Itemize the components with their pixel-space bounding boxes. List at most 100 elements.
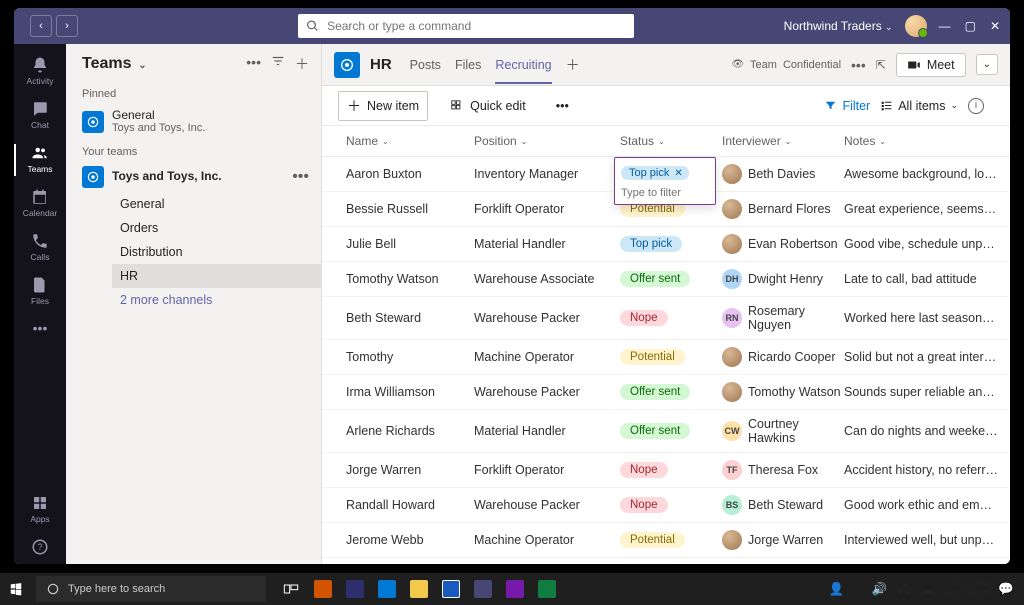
- meet-dropdown-button[interactable]: ⌄: [976, 54, 998, 75]
- add-tab-button[interactable]: ＋: [562, 55, 584, 75]
- status-pill[interactable]: Nope: [620, 497, 668, 513]
- col-header-name[interactable]: Name⌄: [346, 134, 474, 148]
- meet-button[interactable]: Meet: [896, 53, 966, 77]
- cell-interviewer: BSBeth Steward: [722, 495, 844, 515]
- your-team-row[interactable]: Toys and Toys, Inc. •••: [66, 162, 321, 192]
- header-more-button[interactable]: •••: [851, 57, 866, 73]
- start-button[interactable]: [0, 573, 32, 605]
- cell-interviewer: Tomothy Watson: [722, 382, 844, 402]
- rail-teams[interactable]: Teams: [14, 138, 66, 182]
- taskview-icon[interactable]: [276, 574, 306, 604]
- filter-chip-remove[interactable]: ✕: [674, 168, 682, 179]
- rail-calls[interactable]: Calls: [14, 226, 66, 270]
- interviewer-avatar: [722, 164, 742, 184]
- rail-help[interactable]: ?: [14, 532, 66, 564]
- tray-people-icon[interactable]: 👤: [829, 582, 845, 597]
- taskbar-app-6[interactable]: [468, 574, 498, 604]
- channel-hr[interactable]: HR: [112, 264, 321, 288]
- table-row[interactable]: Beth StewardWarehouse PackerNopeRNRosema…: [322, 297, 1010, 340]
- rail-more[interactable]: •••: [14, 314, 66, 344]
- panel-more-button[interactable]: •••: [246, 54, 261, 74]
- col-header-position[interactable]: Position⌄: [474, 134, 620, 148]
- status-pill[interactable]: Potential: [620, 532, 685, 548]
- col-header-status[interactable]: Status⌄: [620, 134, 722, 148]
- channel-title: HR: [370, 56, 392, 73]
- team-more-button[interactable]: •••: [292, 168, 309, 186]
- taskbar-app-7[interactable]: [500, 574, 530, 604]
- window-minimize-button[interactable]: —: [939, 19, 951, 33]
- rail-chat[interactable]: Chat: [14, 94, 66, 138]
- toolbar-more-button[interactable]: •••: [548, 95, 577, 117]
- table-row[interactable]: Julie BellMaterial HandlerTop pickEvan R…: [322, 227, 1010, 262]
- cell-position: Forklift Operator: [474, 202, 620, 216]
- more-channels-link[interactable]: 2 more channels: [112, 288, 321, 312]
- command-search-input[interactable]: [327, 19, 626, 33]
- window-close-button[interactable]: ✕: [990, 19, 1000, 33]
- info-button[interactable]: i: [968, 98, 984, 114]
- phone-icon: [31, 232, 49, 250]
- status-pill[interactable]: Top pick: [620, 236, 682, 252]
- tray-expand-icon[interactable]: ⌃: [854, 584, 862, 595]
- tab-files[interactable]: Files: [455, 46, 481, 84]
- channel-tabs: Posts Files Recruiting: [410, 46, 552, 84]
- tray-cloud-icon[interactable]: ☁: [921, 582, 934, 597]
- taskbar-app-1[interactable]: [308, 574, 338, 604]
- taskbar-search[interactable]: Type here to search: [36, 576, 266, 602]
- nav-forward-button[interactable]: ›: [56, 15, 78, 37]
- new-item-button[interactable]: ＋New item: [338, 91, 428, 121]
- tab-posts[interactable]: Posts: [410, 46, 441, 84]
- filter-input[interactable]: [621, 185, 709, 201]
- col-header-notes[interactable]: Notes⌄: [844, 134, 1010, 148]
- rail-files[interactable]: Files: [14, 270, 66, 314]
- table-row[interactable]: Irma WilliamsonWarehouse PackerOffer sen…: [322, 375, 1010, 410]
- sensitivity-tag[interactable]: 👁 Team Confidential: [731, 59, 841, 71]
- teams-panel-title[interactable]: Teams ⌄: [82, 55, 147, 73]
- table-row[interactable]: Arlene RichardsMaterial HandlerOffer sen…: [322, 410, 1010, 453]
- taskbar-app-3[interactable]: [372, 574, 402, 604]
- status-pill[interactable]: Nope: [620, 462, 668, 478]
- org-name-label[interactable]: Northwind Traders ⌄: [784, 19, 893, 33]
- nav-back-button[interactable]: ‹: [30, 15, 52, 37]
- taskbar-app-5[interactable]: [436, 574, 466, 604]
- rail-activity[interactable]: Activity: [14, 50, 66, 94]
- taskbar-tray: 👤 ⌃ 🔊 🖧 ☁ 2:31 PM 5/17/2019 💬: [829, 578, 1024, 600]
- tray-network-icon[interactable]: 🖧: [897, 579, 911, 600]
- window-maximize-button[interactable]: ▢: [965, 19, 976, 33]
- col-header-interviewer[interactable]: Interviewer⌄: [722, 134, 844, 148]
- status-filter-popup[interactable]: Top pick ✕: [614, 157, 716, 205]
- tray-volume-icon[interactable]: 🔊: [872, 582, 888, 597]
- status-pill[interactable]: Offer sent: [620, 423, 690, 439]
- table-row[interactable]: Evan RobertsonMaterial HandlerNopeRCRona…: [322, 558, 1010, 564]
- tray-notifications-icon[interactable]: 💬: [998, 582, 1014, 597]
- status-pill[interactable]: Offer sent: [620, 271, 690, 287]
- channel-distribution[interactable]: Distribution: [112, 240, 321, 264]
- channel-general[interactable]: General: [112, 192, 321, 216]
- status-pill[interactable]: Offer sent: [620, 384, 690, 400]
- filter-button[interactable]: Filter: [824, 99, 870, 113]
- view-selector[interactable]: All items ⌄: [880, 99, 958, 113]
- profile-avatar[interactable]: [905, 15, 927, 37]
- pinned-team-row[interactable]: General Toys and Toys, Inc.: [66, 104, 321, 140]
- table-row[interactable]: TomothyMachine OperatorPotentialRicardo …: [322, 340, 1010, 375]
- command-search[interactable]: [298, 14, 634, 38]
- tab-recruiting[interactable]: Recruiting: [495, 46, 551, 84]
- table-row[interactable]: Jorge WarrenForklift OperatorNopeTFThere…: [322, 453, 1010, 488]
- rail-apps[interactable]: Apps: [14, 488, 66, 532]
- taskbar-app-2[interactable]: [340, 574, 370, 604]
- channel-orders[interactable]: Orders: [112, 216, 321, 240]
- table-row[interactable]: Jerome WebbMachine OperatorPotentialJorg…: [322, 523, 1010, 558]
- taskbar-app-4[interactable]: [404, 574, 434, 604]
- filter-chip[interactable]: Top pick ✕: [621, 166, 689, 180]
- app-rail: Activity Chat Teams Calendar Calls Files: [14, 44, 66, 564]
- quick-edit-button[interactable]: Quick edit: [442, 95, 534, 117]
- tray-clock[interactable]: 2:31 PM 5/17/2019: [944, 578, 989, 600]
- status-pill[interactable]: Nope: [620, 310, 668, 326]
- panel-filter-button[interactable]: [271, 54, 285, 74]
- table-row[interactable]: Randall HowardWarehouse PackerNopeBSBeth…: [322, 488, 1010, 523]
- status-pill[interactable]: Potential: [620, 349, 685, 365]
- taskbar-app-8[interactable]: [532, 574, 562, 604]
- rail-calendar[interactable]: Calendar: [14, 182, 66, 226]
- header-popout-button[interactable]: ⇱: [876, 58, 886, 72]
- panel-new-button[interactable]: ＋: [295, 54, 309, 74]
- table-row[interactable]: Tomothy WatsonWarehouse AssociateOffer s…: [322, 262, 1010, 297]
